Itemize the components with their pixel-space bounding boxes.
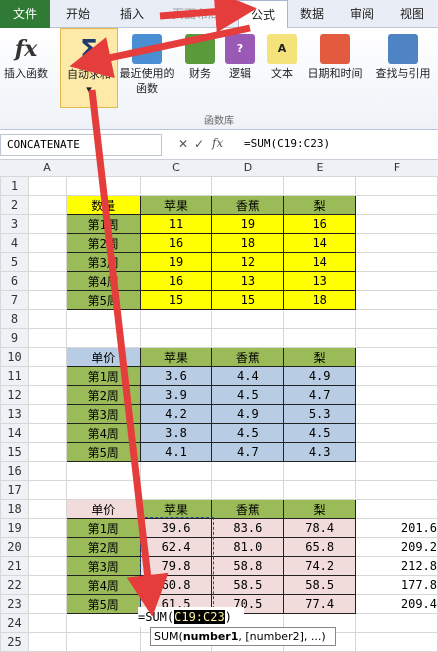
arrow-to-formulas-tab xyxy=(159,0,257,33)
arrow-to-result-cell xyxy=(88,89,169,617)
arrow-to-autosum xyxy=(69,24,251,79)
annotation-arrows xyxy=(69,0,257,617)
